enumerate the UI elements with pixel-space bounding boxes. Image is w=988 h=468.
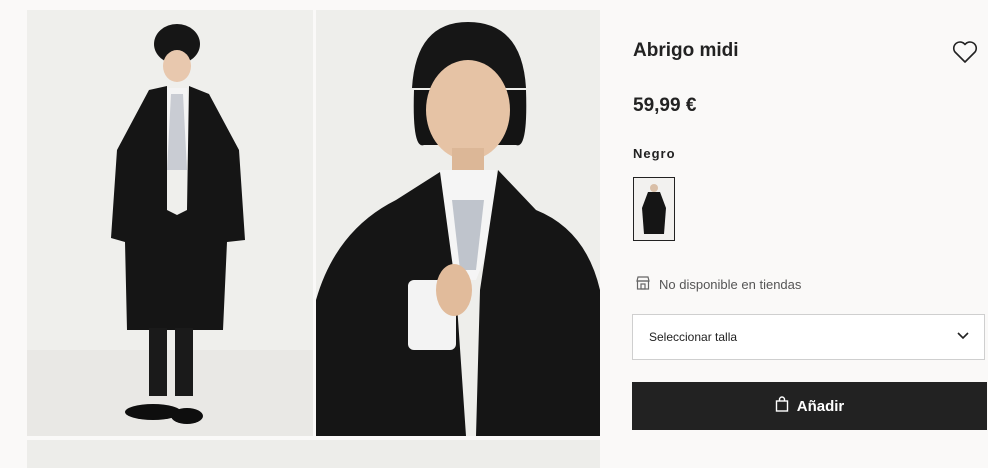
chevron-down-icon: [956, 330, 970, 344]
size-select-label: Seleccionar talla: [649, 330, 738, 344]
store-availability: No disponible en tiendas: [635, 275, 801, 294]
shopping-bag-icon: [775, 396, 789, 416]
color-swatch-negro[interactable]: [633, 177, 675, 241]
heart-icon[interactable]: [952, 40, 978, 64]
color-label: Negro: [633, 146, 676, 161]
product-title: Abrigo midi: [633, 40, 739, 61]
add-to-bag-button[interactable]: Añadir: [632, 382, 987, 430]
product-price: 59,99 €: [633, 95, 697, 116]
product-image-closeup[interactable]: [316, 10, 600, 436]
product-image-next[interactable]: [27, 440, 600, 468]
add-to-bag-label: Añadir: [796, 397, 845, 415]
size-select[interactable]: Seleccionar talla: [632, 314, 985, 360]
store-availability-text: No disponible en tiendas: [659, 277, 802, 292]
product-image-full-length[interactable]: [27, 10, 313, 436]
store-icon: [635, 275, 651, 294]
